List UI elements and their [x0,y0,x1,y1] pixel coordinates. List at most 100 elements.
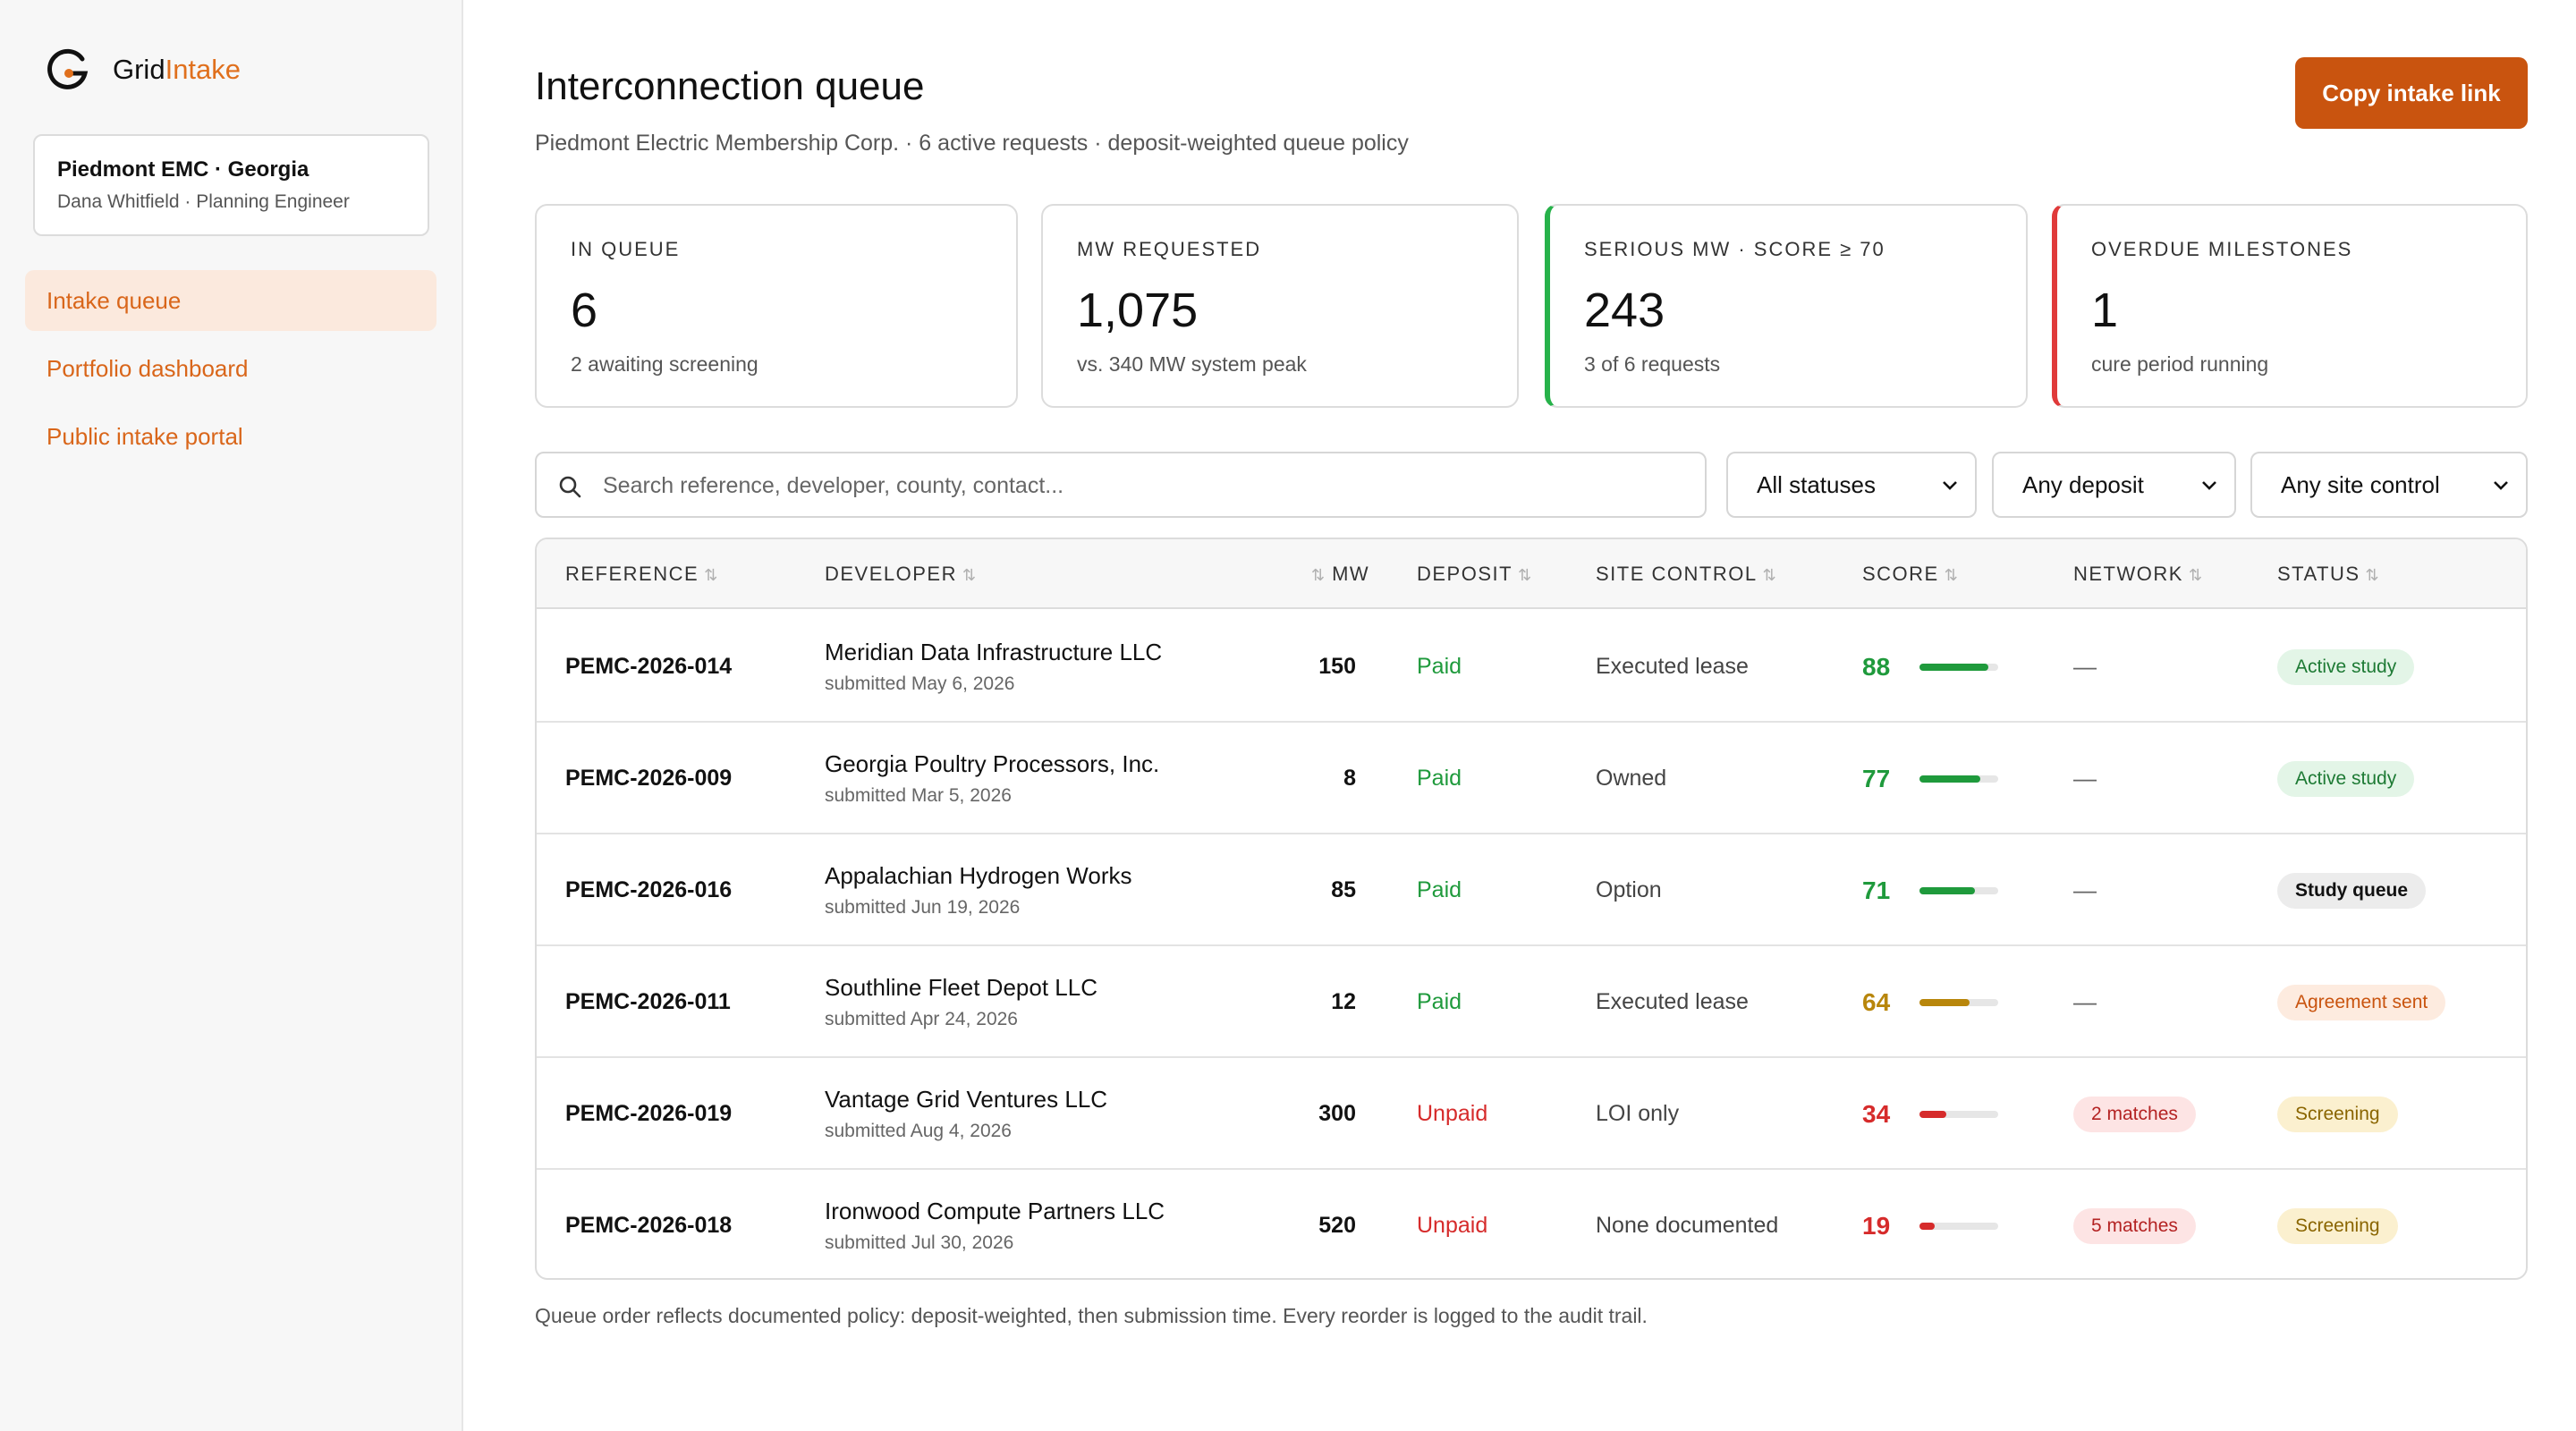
copy-intake-link-button[interactable]: Copy intake link [2295,57,2528,129]
search-input[interactable] [603,468,1676,504]
column-header-reference[interactable]: REFERENCE ⇅ [565,539,717,609]
row-site-control: Executed lease [1596,989,1749,1014]
row-site-control: Option [1596,877,1662,902]
row-deposit: Unpaid [1417,1213,1488,1238]
table-row[interactable]: PEMC-2026-019 Vantage Grid Ventures LLC su… [537,1058,2526,1170]
score-bar [1919,1222,1998,1230]
stat-value: 1 [2091,284,2119,337]
row-submitted-date: submitted Apr 24, 2026 [825,1009,1018,1029]
status-badge: Active study [2277,760,2415,797]
sort-icon: ⇅ [1762,566,1776,584]
row-developer-name: Vantage Grid Ventures LLC [825,1086,1108,1113]
row-network-empty: — [2073,653,2097,680]
stat-label: IN QUEUE [571,238,681,260]
deposit-filter-value: Any deposit [2022,471,2144,498]
row-mw: 150 [1318,654,1356,679]
sort-icon: ⇅ [1944,566,1958,584]
column-header-score[interactable]: SCORE ⇅ [1862,539,1958,609]
row-developer-name: Ironwood Compute Partners LLC [825,1198,1165,1224]
row-reference[interactable]: PEMC-2026-018 [565,1213,732,1239]
deposit-filter-select[interactable]: Any deposit [1992,452,2236,518]
table-row[interactable]: PEMC-2026-018 Ironwood Compute Partners L… [537,1170,2526,1278]
network-matches-badge[interactable]: 5 matches [2073,1207,2196,1244]
row-score: 88 [1862,652,1891,681]
column-header-developer[interactable]: DEVELOPER ⇅ [825,539,976,609]
row-deposit: Unpaid [1417,1101,1488,1126]
stat-label: OVERDUE MILESTONES [2091,238,2353,260]
stat-value: 243 [1584,284,1665,337]
sidebar-item-public-intake-portal[interactable]: Public intake portal [25,406,436,467]
column-header-status[interactable]: STATUS ⇅ [2277,539,2379,609]
score-bar [1919,775,1998,783]
row-developer-name: Southline Fleet Depot LLC [825,974,1097,1001]
score-bar [1919,998,1998,1006]
row-reference[interactable]: PEMC-2026-019 [565,1101,732,1127]
stat-value: 6 [571,284,598,337]
stat-card-mw-requested: MW REQUESTED 1,075 vs. 340 MW system pea… [1041,204,1519,408]
page-title: Interconnection queue [535,64,925,108]
score-bar [1919,1110,1998,1118]
sidebar: GridIntake Piedmont EMC · Georgia Dana W… [0,0,463,1431]
row-score: 34 [1862,1099,1891,1128]
row-reference[interactable]: PEMC-2026-014 [565,654,732,680]
column-header-site-control[interactable]: SITE CONTROL ⇅ [1596,539,1776,609]
row-deposit: Paid [1417,766,1462,791]
sidebar-item-portfolio-dashboard[interactable]: Portfolio dashboard [25,338,436,399]
stat-note: 2 awaiting screening [571,352,758,376]
brand-name: GridIntake [113,54,242,85]
status-badge: Study queue [2277,872,2427,909]
column-header-network[interactable]: NETWORK ⇅ [2073,539,2202,609]
row-submitted-date: submitted May 6, 2026 [825,673,1015,694]
row-deposit: Paid [1417,989,1462,1014]
stat-note: cure period running [2091,352,2269,376]
sidebar-item-intake-queue[interactable]: Intake queue [25,270,436,331]
stat-label: SERIOUS MW · SCORE ≥ 70 [1584,238,1885,260]
sort-icon: ⇅ [962,566,977,584]
row-deposit: Paid [1417,654,1462,679]
table-row[interactable]: PEMC-2026-009 Georgia Poultry Processors,… [537,723,2526,834]
row-site-control: Owned [1596,766,1667,791]
row-developer-name: Appalachian Hydrogen Works [825,862,1132,889]
site-control-filter-select[interactable]: Any site control [2250,452,2528,518]
table-row[interactable]: PEMC-2026-014 Meridian Data Infrastructur… [537,611,2526,723]
row-submitted-date: submitted Jun 19, 2026 [825,897,1021,918]
table-header: REFERENCE ⇅ DEVELOPER ⇅ ⇅ MW DEPOSIT ⇅ SITE … [537,539,2526,609]
status-filter-select[interactable]: All statuses [1726,452,1977,518]
network-matches-badge[interactable]: 2 matches [2073,1096,2196,1132]
row-network-cell: — [2073,611,2261,723]
sidebar-nav: Intake queue Portfolio dashboard Public … [25,270,436,474]
score-bar [1919,663,1998,671]
row-score: 19 [1862,1211,1891,1240]
row-reference[interactable]: PEMC-2026-011 [565,989,731,1015]
row-submitted-date: submitted Aug 4, 2026 [825,1121,1012,1141]
row-mw: 300 [1318,1101,1356,1126]
row-network-cell: — [2073,834,2261,946]
brand-logo[interactable]: GridIntake [45,47,241,93]
row-site-control: Executed lease [1596,654,1749,679]
column-header-mw[interactable]: ⇅ MW [1311,539,1369,609]
table-row[interactable]: PEMC-2026-016 Appalachian Hydrogen Works s… [537,834,2526,946]
score-bar [1919,886,1998,894]
row-score: 64 [1862,987,1891,1016]
row-mw: 520 [1318,1213,1356,1238]
row-mw: 85 [1331,877,1356,902]
stat-card-overdue-milestones: OVERDUE MILESTONES 1 cure period running [2052,204,2528,408]
org-name: Piedmont EMC · Georgia [57,157,309,182]
sort-icon: ⇅ [1518,566,1532,584]
status-badge: Screening [2277,1096,2398,1132]
row-mw: 12 [1331,989,1356,1014]
status-badge: Screening [2277,1207,2398,1244]
status-filter-value: All statuses [1757,471,1876,498]
site-control-filter-value: Any site control [2281,471,2440,498]
row-mw: 8 [1343,766,1356,791]
stat-card-serious-mw: SERIOUS MW · SCORE ≥ 70 243 3 of 6 reque… [1545,204,2028,408]
row-reference[interactable]: PEMC-2026-009 [565,766,732,792]
row-reference[interactable]: PEMC-2026-016 [565,877,732,903]
table-row[interactable]: PEMC-2026-011 Southline Fleet Depot LLC su… [537,946,2526,1058]
org-card[interactable]: Piedmont EMC · Georgia Dana Whitfield · … [33,134,429,236]
chevron-down-icon [2494,481,2508,490]
page-subtitle: Piedmont Electric Membership Corp. · 6 a… [535,131,1409,156]
status-badge: Active study [2277,648,2415,685]
search-box[interactable] [535,452,1707,518]
column-header-deposit[interactable]: DEPOSIT ⇅ [1417,539,1531,609]
